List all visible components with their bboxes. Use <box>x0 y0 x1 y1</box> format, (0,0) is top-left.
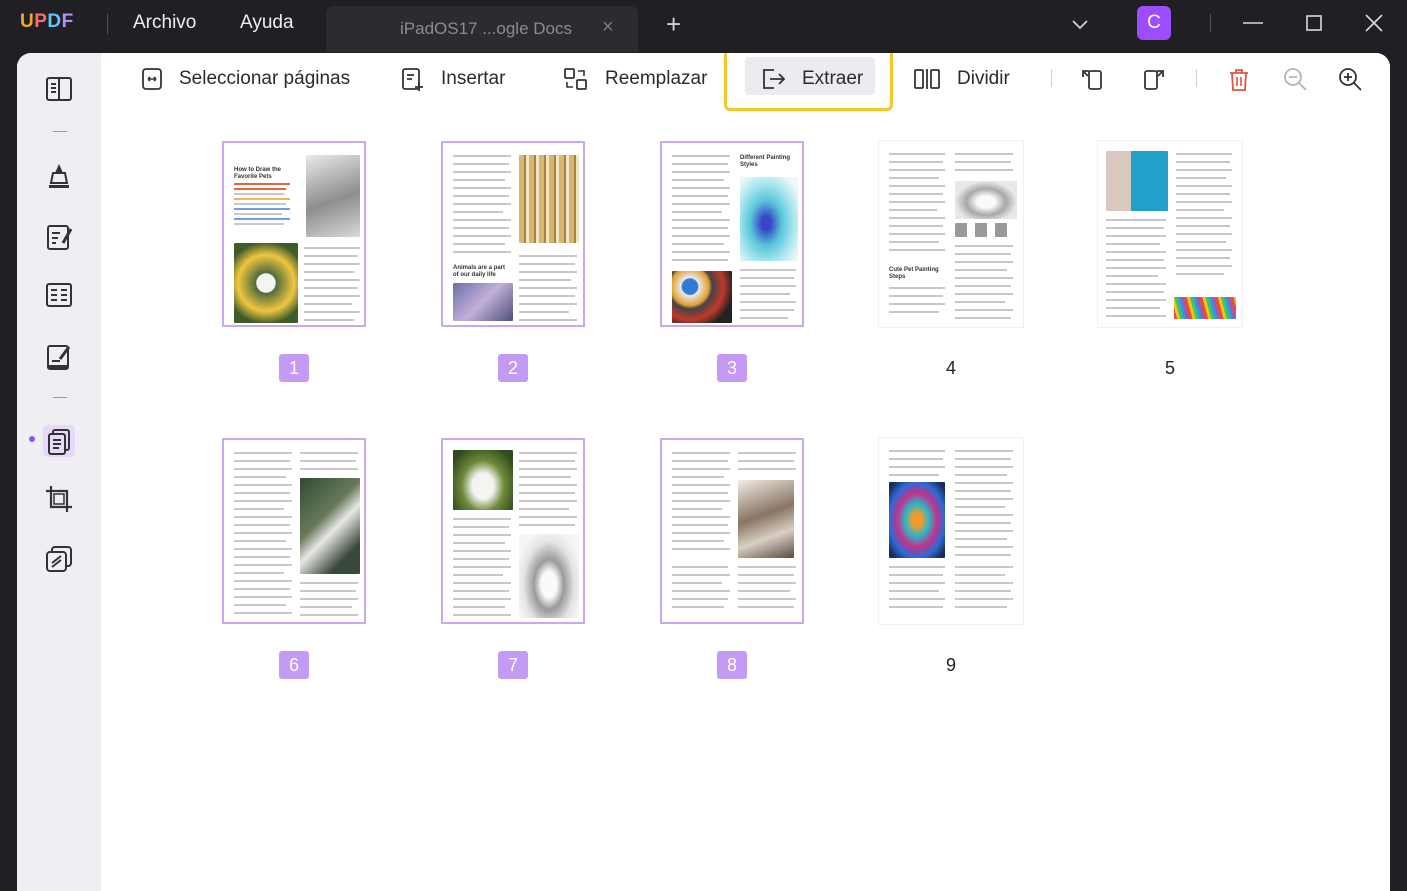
tab-close-icon[interactable]: × <box>602 16 614 39</box>
highlighter-icon[interactable] <box>43 159 75 191</box>
form-icon[interactable] <box>43 279 75 311</box>
title-separator <box>107 14 108 34</box>
tab-title: iPadOS17 ...ogle Docs <box>400 19 572 38</box>
split-button[interactable]: Dividir <box>913 63 1010 95</box>
extract-icon <box>763 69 786 89</box>
page-number-3: 3 <box>717 354 747 382</box>
horse-sketch-image <box>738 480 794 558</box>
close-icon[interactable] <box>1363 12 1385 34</box>
delete-icon[interactable] <box>1225 65 1253 93</box>
plant-sketchbook-image <box>300 478 360 574</box>
zoom-in-icon[interactable] <box>1336 65 1364 93</box>
dog-embroidery-image <box>234 243 298 323</box>
left-sidebar <box>17 53 101 891</box>
page-thumbnail-9[interactable] <box>879 438 1023 624</box>
app-logo: UPDF <box>20 11 74 32</box>
toolbar-separator <box>1051 69 1052 87</box>
select-pages-button[interactable]: Seleccionar páginas <box>141 63 350 95</box>
sidebar-separator <box>53 397 67 398</box>
split-icon <box>914 69 940 89</box>
crop-icon[interactable] <box>43 483 75 515</box>
sign-icon[interactable] <box>43 341 75 373</box>
toolbar-separator <box>1196 69 1197 87</box>
title-bar: UPDF Archivo Ayuda iPadOS17 ...ogle Docs… <box>0 0 1407 52</box>
page-number-7: 7 <box>498 651 528 679</box>
select-pages-icon <box>142 68 162 90</box>
corgi-sketch-image <box>955 181 1017 219</box>
rabbit-sketch-image <box>519 534 579 618</box>
insert-icon <box>402 68 423 91</box>
active-indicator <box>29 436 35 442</box>
maximize-icon[interactable] <box>1303 12 1325 34</box>
window-separator <box>1210 14 1211 32</box>
dog-sketch-image <box>306 155 360 237</box>
page-thumbnail-2[interactable]: Animals are a part of our daily life <box>441 141 585 327</box>
page-thumbnail-1[interactable]: How to Draw the Favorite Pets <box>222 141 366 327</box>
select-pages-label: Seleccionar páginas <box>179 68 351 89</box>
paint-brushes-image <box>519 155 579 243</box>
main-window: Seleccionar páginas Insertar Reemplazar … <box>17 53 1390 891</box>
page-thumbnail-5[interactable] <box>1098 141 1242 327</box>
page-number-8: 8 <box>717 651 747 679</box>
split-label: Dividir <box>957 68 1010 89</box>
avatar[interactable]: C <box>1137 6 1171 40</box>
extract-label: Extraer <box>802 68 864 89</box>
page-thumbnail-6[interactable] <box>222 438 366 624</box>
page-thumbnail-4[interactable]: Cute Pet Painting Steps <box>879 141 1023 327</box>
page-number-5: 5 <box>1164 358 1175 378</box>
page-number-9: 9 <box>945 655 956 675</box>
extract-button[interactable]: Extraer <box>760 63 863 95</box>
page-heading: Different Painting Styles <box>740 155 791 168</box>
page-heading: Cute Pet Painting Steps <box>889 267 939 280</box>
insert-label: Insertar <box>441 68 506 89</box>
page-number-4: 4 <box>945 358 956 378</box>
new-tab-button[interactable]: + <box>666 11 681 37</box>
page-number-1: 1 <box>279 354 309 382</box>
colorful-cat-image <box>889 482 945 558</box>
colored-pencils-image <box>1174 297 1236 319</box>
replace-button[interactable]: Reemplazar <box>563 63 707 95</box>
document-tab[interactable]: iPadOS17 ...ogle Docs × <box>326 6 638 52</box>
rabbit-photo-image <box>453 450 513 510</box>
page-thumbnail-8[interactable] <box>660 438 804 624</box>
rotate-right-icon[interactable] <box>1139 65 1167 93</box>
paint-pots-image <box>672 271 732 323</box>
watercolor-image <box>740 177 798 261</box>
page-heading: How to Draw the Favorite Pets <box>234 167 282 180</box>
edit-text-icon[interactable] <box>43 221 75 253</box>
replace-label: Reemplazar <box>605 68 708 89</box>
menu-ayuda[interactable]: Ayuda <box>240 12 294 34</box>
sketch-steps-image <box>955 223 1013 237</box>
page-thumbnail-7[interactable] <box>441 438 585 624</box>
page-thumbnail-3[interactable]: Different Painting Styles <box>660 141 804 327</box>
layers-icon[interactable] <box>43 543 75 575</box>
organize-pages-icon[interactable] <box>41 423 77 459</box>
page-number-6: 6 <box>279 651 309 679</box>
statue-image <box>1106 151 1168 211</box>
page-organizer: Seleccionar páginas Insertar Reemplazar … <box>101 53 1390 891</box>
replace-icon <box>564 68 587 90</box>
page-heading: Animals are a part of our daily life <box>453 265 506 278</box>
painting-image <box>453 283 513 321</box>
sidebar-separator <box>53 131 67 132</box>
menu-archivo[interactable]: Archivo <box>133 12 196 34</box>
reader-icon[interactable] <box>43 73 75 105</box>
chevron-down-icon[interactable] <box>1070 14 1090 34</box>
page-number-2: 2 <box>498 354 528 382</box>
rotate-left-icon[interactable] <box>1079 65 1107 93</box>
minimize-icon[interactable] <box>1242 12 1264 34</box>
zoom-out-icon[interactable] <box>1281 65 1309 93</box>
insert-button[interactable]: Insertar <box>401 63 505 95</box>
